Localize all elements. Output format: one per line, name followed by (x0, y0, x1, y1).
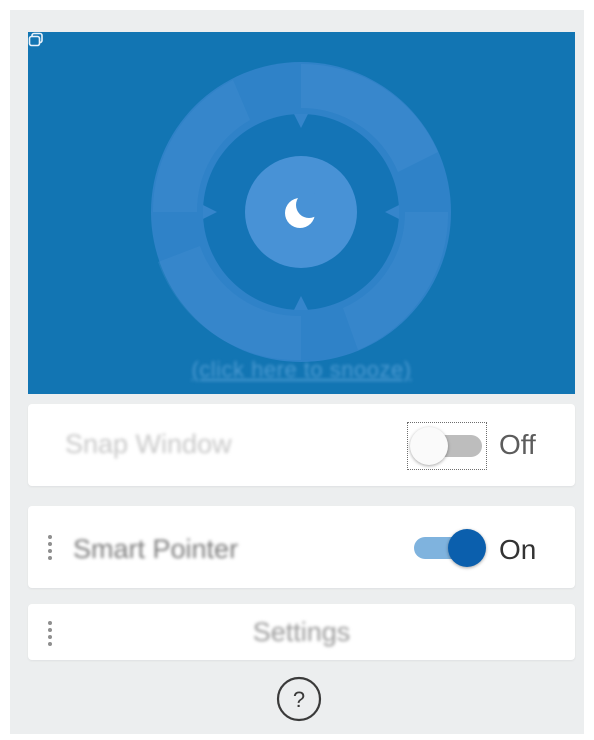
snooze-panel[interactable]: (click here to snooze) (28, 32, 575, 394)
app-panel: (click here to snooze) Snap Window Off S… (10, 10, 584, 734)
smart-pointer-toggle[interactable] (410, 529, 486, 567)
help-glyph: ? (293, 687, 305, 712)
smart-pointer-label: Smart Pointer (73, 534, 239, 564)
drag-handle-icon[interactable] (47, 535, 53, 563)
snooze-link[interactable]: (click here to snooze) (28, 357, 575, 383)
help-question-icon[interactable]: ? (275, 675, 323, 723)
snooze-dial-graphic (151, 62, 451, 362)
settings-label: Settings (252, 617, 351, 647)
snap-window-label: Snap Window (65, 429, 232, 459)
toggle-knob[interactable] (448, 529, 486, 567)
snap-window-card: Snap Window Off (28, 404, 575, 486)
smart-pointer-card: Smart Pointer On (28, 506, 575, 588)
smart-pointer-state: On (499, 534, 537, 565)
snap-window-state: Off (499, 429, 536, 460)
toggle-knob[interactable] (410, 427, 448, 465)
settings-card[interactable]: Settings (28, 604, 575, 660)
snap-window-toggle[interactable] (407, 422, 487, 470)
window-restore-icon[interactable] (28, 32, 44, 48)
